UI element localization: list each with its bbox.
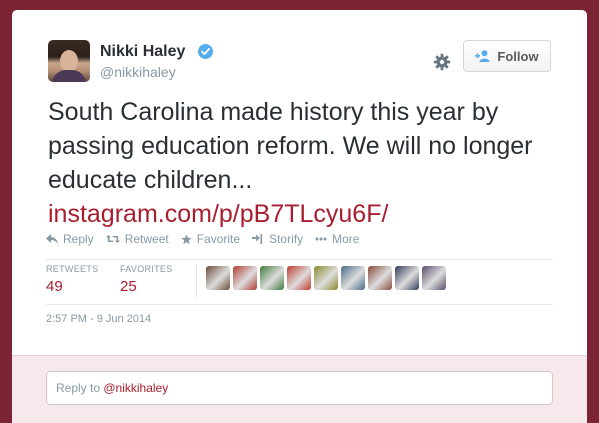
verified-badge-icon xyxy=(198,44,213,59)
storify-label: Storify xyxy=(269,232,304,246)
retweet-label: Retweet xyxy=(124,232,169,246)
add-user-icon xyxy=(475,50,491,62)
divider xyxy=(46,304,553,305)
retweets-label: RETWEETS xyxy=(46,264,99,274)
storify-button[interactable]: Storify xyxy=(252,232,303,246)
stats-divider xyxy=(196,264,197,298)
tweet-card: Nikki Haley @nikkihaley Follow South Car… xyxy=(12,10,587,423)
favoriter-avatar[interactable] xyxy=(233,266,257,290)
retweets-stat[interactable]: RETWEETS 49 xyxy=(46,264,98,295)
star-icon xyxy=(181,233,192,244)
user-name[interactable]: Nikki Haley xyxy=(100,43,185,61)
favorites-count: 25 xyxy=(120,278,137,295)
favoriter-avatar[interactable] xyxy=(314,266,338,290)
retweet-icon xyxy=(105,235,120,243)
favoriter-avatar[interactable] xyxy=(260,266,284,290)
tweet-text: South Carolina made history this year by… xyxy=(48,95,568,231)
follow-button-label: Follow xyxy=(497,48,539,64)
more-label: More xyxy=(332,232,360,246)
reply-label: Reply xyxy=(63,232,94,246)
storify-icon xyxy=(252,234,263,244)
favoriter-avatar[interactable] xyxy=(341,266,365,290)
favoriter-avatar[interactable] xyxy=(287,266,311,290)
more-icon xyxy=(315,237,327,241)
reply-button[interactable]: Reply xyxy=(46,232,94,246)
favorites-label: FAVORITES xyxy=(120,264,173,274)
reply-icon xyxy=(46,234,58,244)
tweet-actions: Reply Retweet Favorite Storify More xyxy=(46,231,359,247)
tweet-header: Nikki Haley @nikkihaley Follow xyxy=(48,40,551,90)
reply-input[interactable]: Reply to @nikkihaley xyxy=(46,371,553,405)
tweet-link[interactable]: instagram.com/p/pB7TLcyu6F/ xyxy=(48,200,388,228)
reply-mention: @nikkihaley xyxy=(103,381,169,395)
retweet-button[interactable]: Retweet xyxy=(105,232,169,246)
favoriter-avatars xyxy=(206,266,446,290)
reply-prefix: Reply to xyxy=(56,381,104,395)
gear-icon[interactable] xyxy=(433,53,451,71)
divider xyxy=(46,259,553,260)
avatar[interactable] xyxy=(48,40,90,82)
favoriter-avatar[interactable] xyxy=(206,266,230,290)
retweets-count: 49 xyxy=(46,278,63,295)
favoriter-avatar[interactable] xyxy=(368,266,392,290)
user-handle[interactable]: @nikkihaley xyxy=(100,64,176,80)
favorite-button[interactable]: Favorite xyxy=(181,232,240,246)
reply-area: Reply to @nikkihaley xyxy=(12,355,587,423)
more-button[interactable]: More xyxy=(315,232,359,246)
tweet-timestamp[interactable]: 2:57 PM - 9 Jun 2014 xyxy=(46,313,151,325)
tweet-body: South Carolina made history this year by… xyxy=(48,98,533,194)
follow-button[interactable]: Follow xyxy=(463,40,551,72)
favoriter-avatar[interactable] xyxy=(395,266,419,290)
favorites-stat[interactable]: FAVORITES 25 xyxy=(120,264,173,295)
favoriter-avatar[interactable] xyxy=(422,266,446,290)
favorite-label: Favorite xyxy=(196,232,241,246)
